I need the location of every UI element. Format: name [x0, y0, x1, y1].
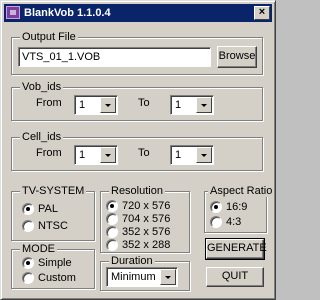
chevron-down-icon[interactable] — [160, 269, 176, 285]
pal-radio[interactable] — [22, 203, 34, 215]
pal-label[interactable]: PAL — [38, 203, 58, 215]
vob-to-label: To — [138, 97, 150, 109]
browse-button[interactable]: Browse — [217, 46, 257, 68]
custom-radio[interactable] — [22, 272, 34, 284]
tv-system-group: TV-SYSTEM PAL NTSC — [11, 185, 95, 241]
aspect-16-9-radio[interactable] — [210, 201, 222, 213]
chevron-down-icon[interactable] — [196, 97, 212, 113]
close-icon: × — [258, 6, 266, 18]
cell-from-label: From — [36, 147, 62, 159]
title-bar[interactable]: BlankVob 1.1.0.4 × — [4, 4, 272, 22]
output-file-input[interactable]: VTS_01_1.VOB — [18, 47, 211, 67]
cell-from-select[interactable]: 1 — [74, 145, 118, 165]
ntsc-radio[interactable] — [22, 220, 34, 232]
vob-ids-legend: Vob_ids — [20, 81, 64, 93]
aspect-4-3-radio[interactable] — [210, 216, 222, 228]
chevron-down-icon[interactable] — [100, 97, 116, 113]
aspect-16-9-label[interactable]: 16:9 — [226, 201, 247, 213]
aspect-ratio-group: Aspect Ratio 16:9 4:3 — [204, 185, 275, 233]
resolution-group: Resolution 720 x 576 704 x 576 352 x 576… — [100, 185, 190, 253]
duration-group: Duration Minimum — [100, 255, 190, 291]
vob-ids-group: Vob_ids From 1 To 1 — [11, 81, 263, 121]
duration-value: Minimum — [111, 271, 156, 283]
ntsc-label[interactable]: NTSC — [38, 220, 68, 232]
vob-from-label: From — [36, 97, 62, 109]
res-720x576-radio[interactable] — [106, 200, 118, 212]
chevron-down-icon[interactable] — [100, 147, 116, 163]
duration-legend: Duration — [109, 255, 155, 267]
res-352x576-radio[interactable] — [106, 226, 118, 238]
generate-button[interactable]: GENERATE — [205, 238, 267, 260]
vob-to-select[interactable]: 1 — [170, 95, 214, 115]
aspect-4-3-label[interactable]: 4:3 — [226, 216, 241, 228]
res-704x576-radio[interactable] — [106, 213, 118, 225]
vob-to-value: 1 — [175, 99, 182, 111]
window-title: BlankVob 1.1.0.4 — [24, 7, 111, 19]
main-window: BlankVob 1.1.0.4 × Output File VTS_01_1.… — [0, 0, 276, 300]
mode-group: MODE Simple Custom — [11, 243, 95, 289]
vob-from-value: 1 — [79, 99, 86, 111]
quit-button[interactable]: QUIT — [206, 267, 264, 287]
res-352x288-radio[interactable] — [106, 239, 118, 251]
cell-ids-group: Cell_ids From 1 To 1 — [11, 131, 263, 171]
simple-label[interactable]: Simple — [38, 257, 72, 269]
tv-system-legend: TV-SYSTEM — [20, 185, 87, 197]
duration-select[interactable]: Minimum — [106, 267, 178, 287]
output-file-group: Output File VTS_01_1.VOB Browse — [11, 31, 263, 75]
custom-label[interactable]: Custom — [38, 272, 76, 284]
vob-from-select[interactable]: 1 — [74, 95, 118, 115]
res-352x576-label[interactable]: 352 x 576 — [122, 226, 170, 238]
simple-radio[interactable] — [22, 257, 34, 269]
cell-to-select[interactable]: 1 — [170, 145, 214, 165]
chevron-down-icon[interactable] — [196, 147, 212, 163]
output-file-legend: Output File — [20, 31, 78, 43]
res-720x576-label[interactable]: 720 x 576 — [122, 200, 170, 212]
mode-legend: MODE — [20, 243, 57, 255]
cell-to-value: 1 — [175, 149, 182, 161]
cell-from-value: 1 — [79, 149, 86, 161]
resolution-legend: Resolution — [109, 185, 165, 197]
cell-ids-legend: Cell_ids — [20, 131, 64, 143]
app-icon — [6, 6, 20, 19]
res-352x288-label[interactable]: 352 x 288 — [122, 239, 170, 251]
cell-to-label: To — [138, 147, 150, 159]
close-button[interactable]: × — [254, 6, 270, 20]
res-704x576-label[interactable]: 704 x 576 — [122, 213, 170, 225]
aspect-ratio-legend: Aspect Ratio — [208, 185, 275, 197]
